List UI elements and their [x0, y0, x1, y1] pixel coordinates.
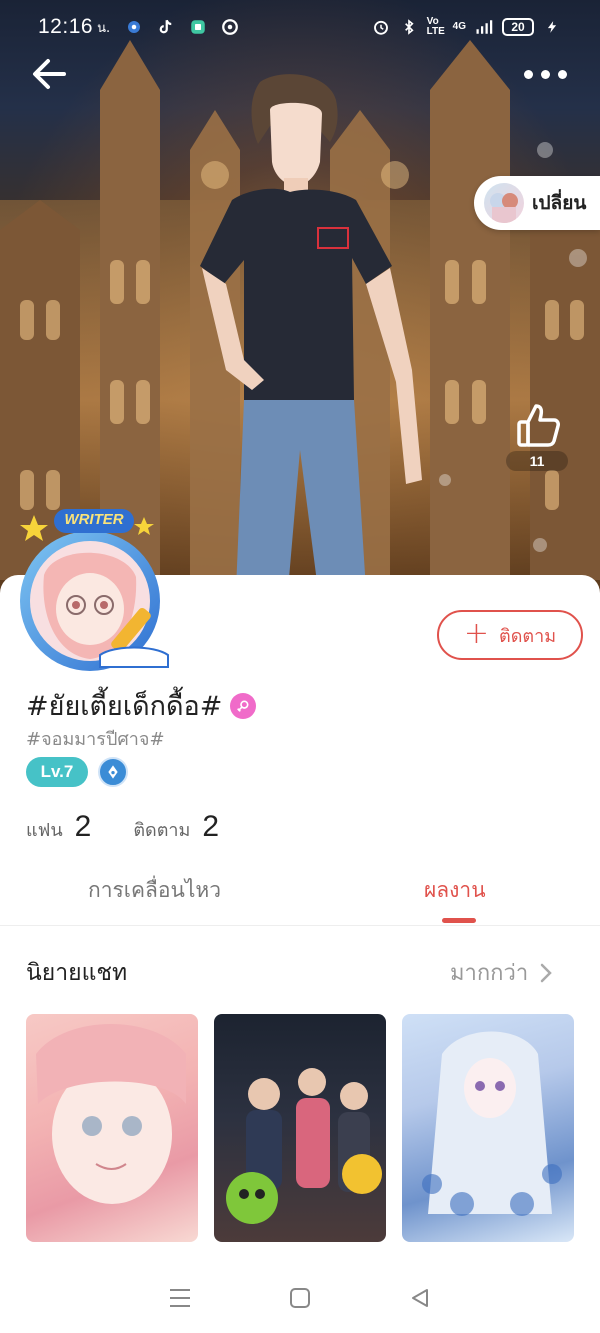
- section-title: นิยายแชท: [26, 960, 128, 986]
- chat-novel-list: [26, 1014, 574, 1242]
- chevron-right-icon: [540, 963, 552, 982]
- more-dot: [540, 69, 550, 79]
- cover-illustration: [422, 1031, 562, 1216]
- charging-icon: [542, 17, 562, 37]
- chat-novel-cover[interactable]: [402, 1014, 574, 1242]
- app-notification-icon: [188, 17, 208, 37]
- chrome-icon: [220, 17, 240, 37]
- more-options-button[interactable]: [520, 60, 570, 88]
- bluetooth-icon: [399, 17, 419, 37]
- change-cover-button[interactable]: เปลี่ยน: [474, 176, 600, 230]
- follow-button[interactable]: + ติดตาม: [437, 610, 583, 660]
- pen-nib-icon[interactable]: [98, 757, 128, 787]
- network-type-label: 4G: [452, 21, 466, 32]
- following-count[interactable]: 2: [202, 810, 219, 844]
- home-button[interactable]: [280, 1278, 320, 1318]
- follow-stats: แฟน 2 ติดตาม 2: [26, 810, 261, 844]
- writer-avatar-frame: [20, 509, 169, 671]
- follow-label: ติดตาม: [499, 625, 557, 647]
- fans-label[interactable]: แฟน: [26, 815, 63, 844]
- following-label[interactable]: ติดตาม: [133, 815, 190, 844]
- change-preview-avatar: [484, 183, 524, 223]
- like-button[interactable]: [512, 398, 566, 452]
- status-time: 12:16: [38, 15, 94, 38]
- signal-icon: [474, 17, 494, 37]
- home-square-icon: [290, 1287, 310, 1308]
- system-nav-bar: [0, 1262, 600, 1333]
- volte-label: Vo LTE: [426, 16, 445, 37]
- battery-indicator: 20: [502, 18, 534, 36]
- plus-icon: +: [463, 616, 490, 651]
- menu-icon: [170, 1288, 190, 1307]
- more-dot: [557, 69, 567, 79]
- tiktok-icon: [156, 17, 176, 37]
- level-badge[interactable]: Lv.7: [26, 757, 88, 787]
- character-illustration: [200, 74, 422, 590]
- more-link-label: มากกว่า: [450, 961, 529, 986]
- thumbs-up-icon: [517, 404, 560, 447]
- change-cover-label: เปลี่ยน: [532, 192, 587, 214]
- tab-activity[interactable]: การเคลื่อนไหว: [88, 874, 221, 907]
- user-tag: #จอมมารปีศาจ#: [26, 729, 165, 750]
- badge-row: Lv.7: [26, 757, 128, 787]
- system-back-button[interactable]: [400, 1278, 440, 1318]
- more-link[interactable]: มากกว่า: [450, 955, 552, 990]
- status-bar: 12:16 น. Vo LTE 4G 20: [0, 0, 600, 54]
- alarm-icon: [371, 17, 391, 37]
- triangle-back-icon: [412, 1288, 428, 1307]
- profile-tabs: การเคลื่อนไหว ผลงาน: [0, 860, 600, 926]
- writer-badge-banner: WRITER: [64, 511, 124, 528]
- settings-gear-icon: [124, 17, 144, 37]
- female-icon: [230, 692, 257, 719]
- more-dots-icon: [523, 69, 533, 79]
- menu-button[interactable]: [160, 1278, 200, 1318]
- fans-count[interactable]: 2: [75, 810, 92, 844]
- chat-novel-cover[interactable]: [26, 1014, 198, 1242]
- tab-works[interactable]: ผลงาน: [424, 874, 486, 907]
- active-tab-indicator: [442, 918, 476, 923]
- arrow-left-icon: [33, 59, 66, 89]
- name-row: #ยัยเตี้ยเด็กดื้อ#: [26, 684, 257, 727]
- user-name: #ยัยเตี้ยเด็กดื้อ#: [26, 691, 223, 722]
- user-avatar[interactable]: WRITER: [4, 505, 184, 675]
- like-count: 11: [506, 451, 568, 471]
- status-carrier: น.: [97, 20, 111, 36]
- back-button[interactable]: [28, 52, 72, 96]
- cover-illustration: [226, 1068, 382, 1224]
- cover-illustration: [36, 1024, 186, 1204]
- chat-novel-cover[interactable]: [214, 1014, 386, 1242]
